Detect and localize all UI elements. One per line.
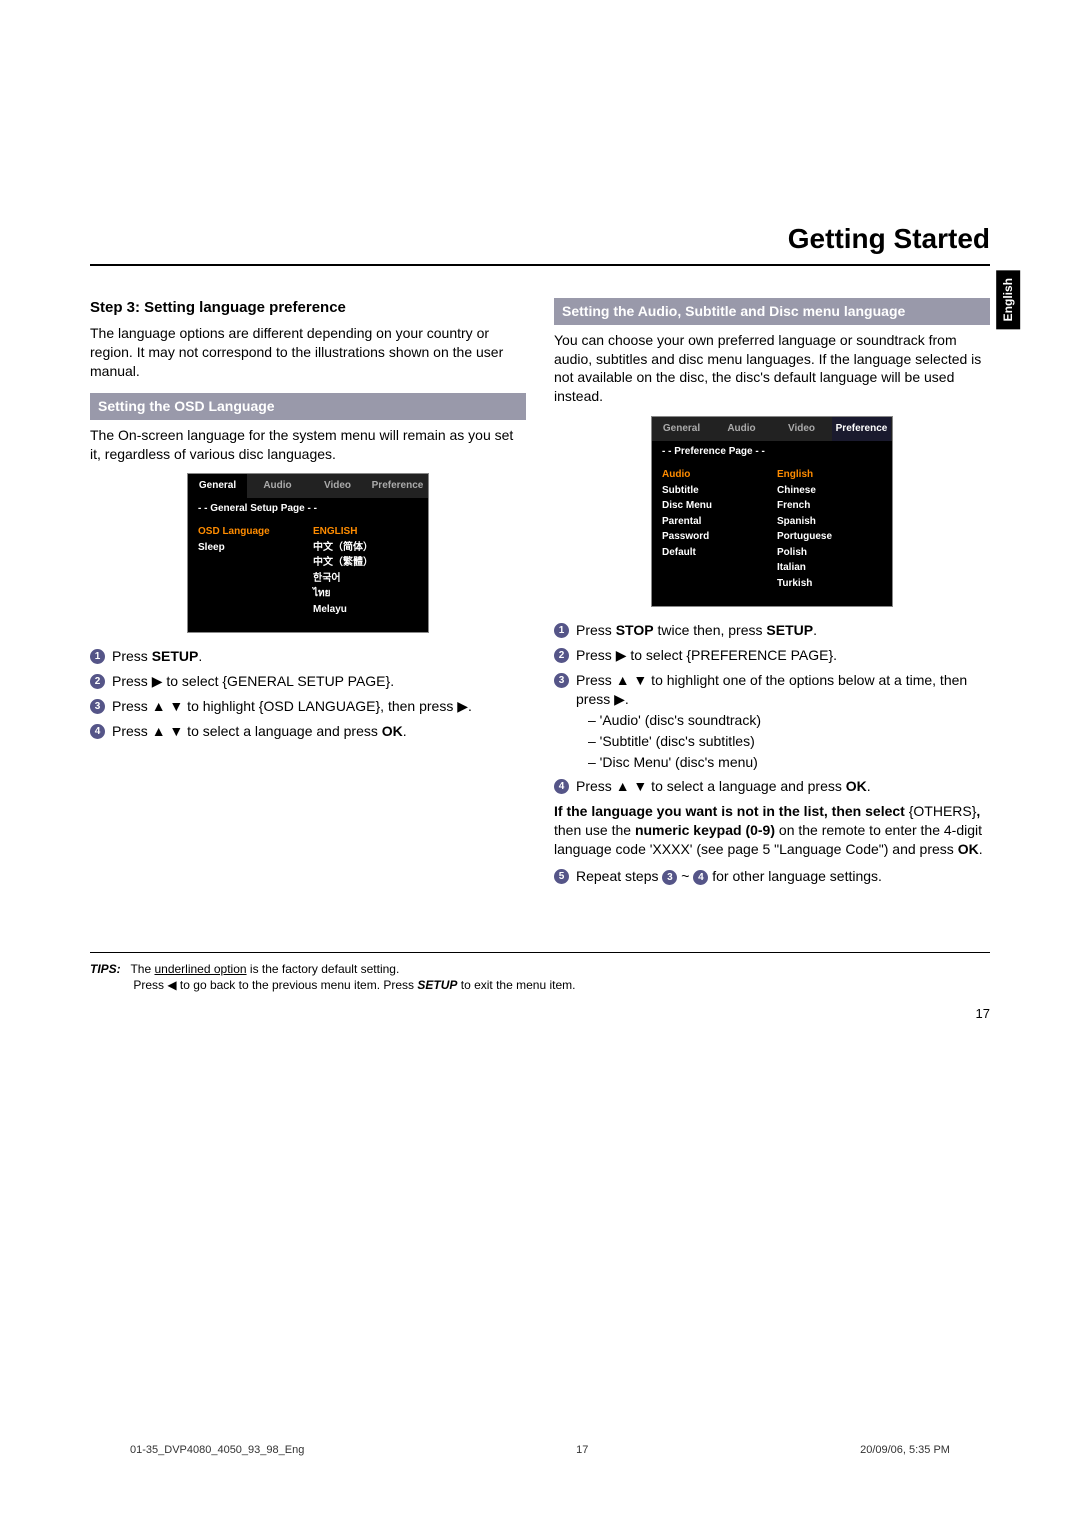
menu-item: OSD Language <box>198 524 303 540</box>
menu-option: ENGLISH <box>313 524 418 540</box>
preference-menu-illustration: General Audio Video Preference - - Prefe… <box>651 416 893 607</box>
print-footer: 01-35_DVP4080_4050_93_98_Eng 17 20/09/06… <box>130 1443 950 1458</box>
step-2: 2Press ▶ to select {PREFERENCE PAGE}. <box>554 646 990 665</box>
step-5: 5Repeat steps 3 ~ 4 for other language s… <box>554 867 990 886</box>
menu-option: Portuguese <box>777 529 882 545</box>
menu-tab: Video <box>308 474 368 498</box>
menu-option: 한국어 <box>313 571 418 587</box>
page-heading: Getting Started <box>90 220 990 266</box>
menu-item: Parental <box>662 514 767 530</box>
menu-item: Audio <box>662 467 767 483</box>
step-4: 4Press ▲ ▼ to select a language and pres… <box>554 777 990 796</box>
menu-option: Polish <box>777 545 882 561</box>
menu-option: 中文（繁體） <box>313 555 418 571</box>
footer-file: 01-35_DVP4080_4050_93_98_Eng <box>130 1443 304 1458</box>
menu-tab: Audio <box>248 474 308 498</box>
left-column: Step 3: Setting language preference The … <box>90 286 526 892</box>
osd-menu-illustration: General Audio Video Preference - - Gener… <box>187 473 429 633</box>
others-note: If the language you want is not in the l… <box>554 802 990 859</box>
step-3-opt: – 'Disc Menu' (disc's menu) <box>588 753 990 772</box>
menu-item: Sleep <box>198 540 303 556</box>
step-2: 2Press ▶ to select {GENERAL SETUP PAGE}. <box>90 672 526 691</box>
menu-tab: Video <box>772 417 832 441</box>
menu-item: Disc Menu <box>662 498 767 514</box>
menu-option: Chinese <box>777 483 882 499</box>
menu-option: ไทย <box>313 586 418 602</box>
menu-option: 中文（简体） <box>313 540 418 556</box>
menu-tab: Audio <box>712 417 772 441</box>
tips-footer: TIPS: The underlined option is the facto… <box>90 952 990 993</box>
menu-option: Spanish <box>777 514 882 530</box>
sub-heading-audio: Setting the Audio, Subtitle and Disc men… <box>554 298 990 325</box>
language-side-tab: English <box>996 270 1020 329</box>
menu-tab: General <box>188 474 248 498</box>
footer-date: 20/09/06, 5:35 PM <box>860 1443 950 1458</box>
page-number: 17 <box>90 1005 990 1023</box>
audio-intro: You can choose your own preferred langua… <box>554 331 990 407</box>
menu-page-label: - - General Setup Page - - <box>188 498 428 520</box>
step-3: 3Press ▲ ▼ to highlight {OSD LANGUAGE}, … <box>90 697 526 716</box>
menu-item: Subtitle <box>662 483 767 499</box>
footer-page: 17 <box>576 1443 588 1458</box>
menu-option: Italian <box>777 560 882 576</box>
right-column: Setting the Audio, Subtitle and Disc men… <box>554 286 990 892</box>
osd-intro: The On-screen language for the system me… <box>90 426 526 464</box>
menu-item: Password <box>662 529 767 545</box>
menu-option: English <box>777 467 882 483</box>
step-3-opt: – 'Subtitle' (disc's subtitles) <box>588 732 990 751</box>
step-heading: Step 3: Setting language preference <box>90 298 526 318</box>
step-1: 1Press SETUP. <box>90 647 526 666</box>
step-3: 3Press ▲ ▼ to highlight one of the optio… <box>554 671 990 771</box>
step-3-opt: – 'Audio' (disc's soundtrack) <box>588 711 990 730</box>
menu-option: Melayu <box>313 602 418 618</box>
menu-option: Turkish <box>777 576 882 592</box>
step-1: 1Press STOP twice then, press SETUP. <box>554 621 990 640</box>
menu-tab: Preference <box>832 417 892 441</box>
menu-page-label: - - Preference Page - - <box>652 441 892 463</box>
step-intro: The language options are different depen… <box>90 324 526 381</box>
sub-heading-osd: Setting the OSD Language <box>90 393 526 420</box>
menu-item: Default <box>662 545 767 561</box>
menu-tab: Preference <box>368 474 428 498</box>
menu-option: French <box>777 498 882 514</box>
step-4: 4Press ▲ ▼ to select a language and pres… <box>90 722 526 741</box>
menu-tab: General <box>652 417 712 441</box>
